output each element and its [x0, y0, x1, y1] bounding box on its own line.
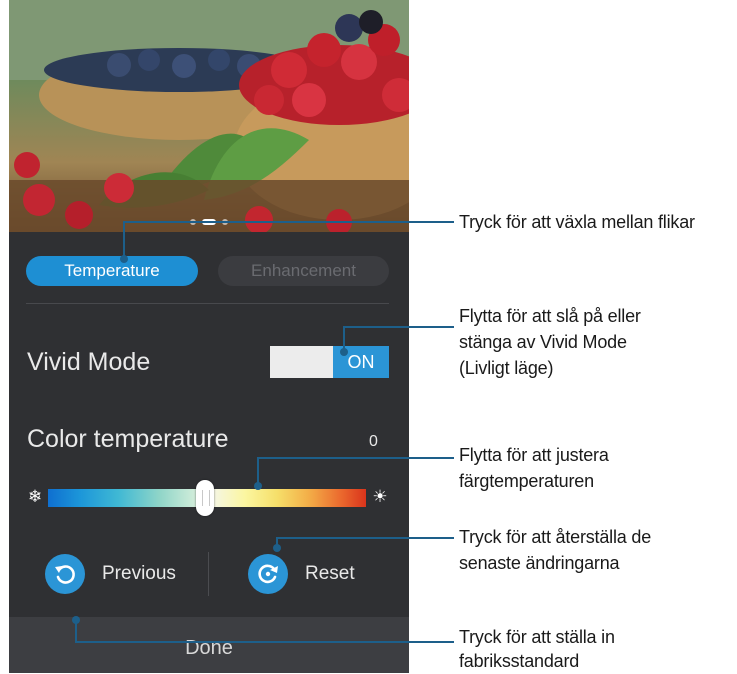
callout-dot: [254, 482, 262, 490]
callout-reset-line2: senaste ändringarna: [459, 553, 620, 573]
callout-dot: [340, 348, 348, 356]
callout-dot: [72, 616, 80, 624]
callout-vivid-line1: Flytta för att slå på eller: [459, 306, 641, 326]
callout-dot: [120, 255, 128, 263]
callout-tabs: Tryck för att växla mellan flikar: [459, 212, 695, 232]
callout-reset-line1: Tryck för att återställa de: [459, 527, 652, 547]
callout-slider-line2: färgtemperaturen: [459, 471, 594, 491]
callout-vivid-line2: stänga av Vivid Mode: [459, 332, 627, 352]
callout-done-line1: Tryck för att ställa in: [459, 627, 615, 647]
callout-slider-line1: Flytta för att justera: [459, 445, 609, 465]
callout-dot: [273, 544, 281, 552]
callout-vivid-line3: (Livligt läge): [459, 358, 554, 378]
callout-done-line2: fabriksstandard: [459, 651, 580, 671]
